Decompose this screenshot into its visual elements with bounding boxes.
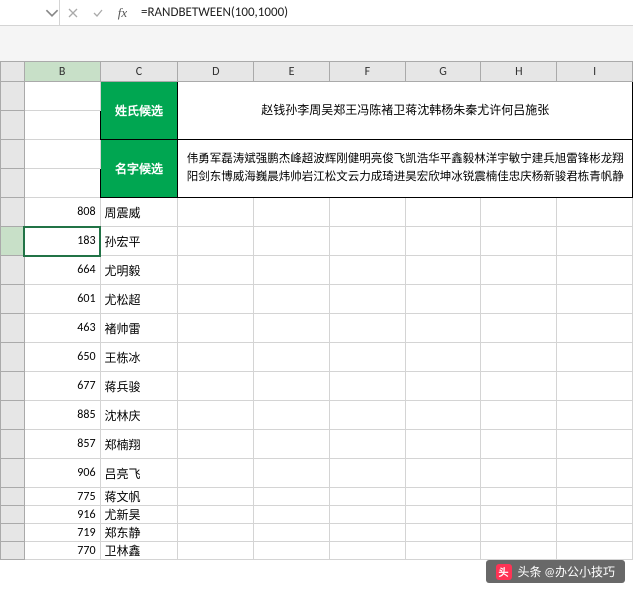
row-header[interactable] [1,401,25,430]
cell-number[interactable]: 808 [24,198,100,227]
cell-name[interactable]: 郑东静 [100,524,178,542]
ribbon-gap [0,26,633,61]
cell-name[interactable]: 蒋文帆 [100,488,178,506]
cell-name[interactable]: 王栋冰 [100,343,178,372]
row-header[interactable] [1,140,25,169]
data-row-header-3: 名字候选 伟勇军磊涛斌强鹏杰峰超波辉刚健明亮俊飞凯浩华平鑫毅林洋宇敏宁建兵旭雷锋… [1,140,633,169]
col-header-D[interactable]: D [178,62,254,82]
row-header[interactable] [1,430,25,459]
cell[interactable] [24,140,100,169]
row-header[interactable] [1,488,25,506]
cell[interactable] [24,111,100,140]
row-header[interactable] [1,256,25,285]
active-cell[interactable]: 183 [24,227,100,256]
cell-name[interactable]: 褚帅雷 [100,314,178,343]
col-header-C[interactable]: C [100,62,178,82]
cell-number[interactable]: 857 [24,430,100,459]
cell-number[interactable]: 916 [24,506,100,524]
row-header[interactable] [1,372,25,401]
table-row: 906 吕亮飞 [1,459,633,488]
table-row: 664 尤明毅 [1,256,633,285]
table-row: 770 卫林鑫 [1,542,633,560]
cell-number[interactable]: 906 [24,459,100,488]
column-header-row[interactable]: B C D E F G H I [1,62,633,82]
cell-name[interactable]: 郑楠翔 [100,430,178,459]
formula-bar: fx =RANDBETWEEN(100,1000) [0,0,633,26]
row-header[interactable] [1,82,25,111]
row-header[interactable] [1,111,25,140]
col-header-I[interactable]: I [557,62,633,82]
select-all-corner[interactable] [1,62,25,82]
table-row: 719 郑东静 [1,524,633,542]
cell-name[interactable]: 周震威 [100,198,178,227]
table-row: 885 沈林庆 [1,401,633,430]
table-row: 183 孙宏平 [1,227,633,256]
name-box-dropdown-icon[interactable] [45,6,59,20]
table-row: 916 尤新昊 [1,506,633,524]
col-header-B[interactable]: B [24,62,100,82]
surname-pool-cell[interactable]: 赵钱孙李周吴郑王冯陈褚卫蒋沈韩杨朱秦尤许何吕施张 [178,82,633,140]
cell-number[interactable]: 677 [24,372,100,401]
cell-number[interactable]: 463 [24,314,100,343]
cell-name[interactable]: 卫林鑫 [100,542,178,560]
cell-name[interactable]: 蒋兵骏 [100,372,178,401]
row-header[interactable] [1,314,25,343]
table-row: 775 蒋文帆 [1,488,633,506]
cell-name[interactable]: 尤新昊 [100,506,178,524]
col-header-H[interactable]: H [481,62,557,82]
cell-name[interactable]: 孙宏平 [100,227,178,256]
cell-name[interactable]: 尤松超 [100,285,178,314]
row-header[interactable] [1,198,25,227]
name-pool-cell[interactable]: 伟勇军磊涛斌强鹏杰峰超波辉刚健明亮俊飞凯浩华平鑫毅林洋宇敏宁建兵旭雷锋彬龙翔阳剑… [178,140,633,198]
cell[interactable] [24,169,100,198]
row-header[interactable] [1,506,25,524]
toutiao-logo-icon: 头 [496,564,512,580]
spreadsheet-grid[interactable]: B C D E F G H I 姓氏候选 赵钱孙李周吴郑王冯陈褚卫蒋沈韩杨朱秦尤… [0,61,633,560]
row-header[interactable] [1,524,25,542]
data-row-header-1: 姓氏候选 赵钱孙李周吴郑王冯陈褚卫蒋沈韩杨朱秦尤许何吕施张 [1,82,633,111]
cell-name[interactable]: 吕亮飞 [100,459,178,488]
cell-number[interactable]: 664 [24,256,100,285]
row-header[interactable] [1,169,25,198]
row-header[interactable] [1,343,25,372]
cell-number[interactable]: 650 [24,343,100,372]
table-row: 601 尤松超 [1,285,633,314]
surname-label-cell[interactable]: 姓氏候选 [100,82,178,140]
name-box[interactable] [0,0,60,25]
watermark: 头 头条 @办公小技巧 [486,560,625,583]
enter-icon[interactable] [85,0,110,25]
name-label-cell[interactable]: 名字候选 [100,140,178,198]
col-header-E[interactable]: E [254,62,330,82]
watermark-text: 头条 @办公小技巧 [518,563,615,580]
row-header[interactable] [1,227,25,256]
col-header-G[interactable]: G [405,62,481,82]
cell-number[interactable]: 775 [24,488,100,506]
table-row: 677 蒋兵骏 [1,372,633,401]
cell-number[interactable]: 770 [24,542,100,560]
cell-name[interactable]: 沈林庆 [100,401,178,430]
row-header[interactable] [1,459,25,488]
cell-number[interactable]: 601 [24,285,100,314]
cell-number[interactable]: 719 [24,524,100,542]
col-header-F[interactable]: F [329,62,405,82]
row-header[interactable] [1,285,25,314]
cell-name[interactable]: 尤明毅 [100,256,178,285]
formula-input[interactable]: =RANDBETWEEN(100,1000) [135,5,633,20]
fx-icon[interactable]: fx [110,0,135,25]
row-header[interactable] [1,542,25,560]
table-row: 857 郑楠翔 [1,430,633,459]
cell-number[interactable]: 885 [24,401,100,430]
table-row: 463 褚帅雷 [1,314,633,343]
table-row: 650 王栋冰 [1,343,633,372]
cell[interactable] [24,82,100,111]
cancel-icon[interactable] [60,0,85,25]
table-row: 808 周震威 [1,198,633,227]
